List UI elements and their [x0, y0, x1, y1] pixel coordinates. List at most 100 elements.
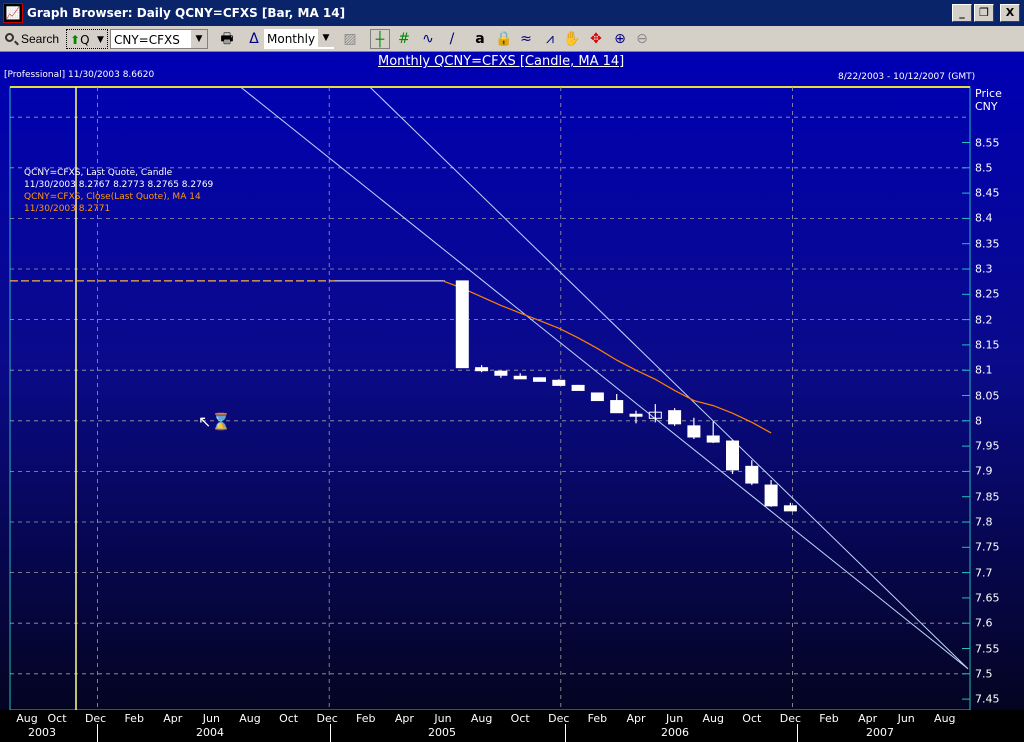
chart-panel[interactable]: Monthly QCNY=CFXS [Candle, MA 14] [Profe… [0, 52, 1024, 742]
chevron-down-icon[interactable]: ▼ [318, 29, 334, 47]
percent-scale-icon[interactable]: ≈ [516, 29, 536, 49]
period-dropdown[interactable]: Monthly ▼ [264, 29, 334, 49]
candle-body [455, 280, 469, 369]
grid-icon[interactable]: # [394, 29, 414, 49]
month-label: Oct [510, 712, 530, 725]
month-label: Oct [279, 712, 299, 725]
price-tick-label: 8.3 [975, 262, 993, 276]
month-label: Apr [394, 712, 414, 725]
year-label: 2006 [661, 726, 689, 739]
candle-body [783, 505, 797, 512]
busy-cursor-icon: ↖⌛ [198, 412, 232, 431]
month-label: Feb [124, 712, 144, 725]
month-label: Aug [239, 712, 261, 725]
price-tick-label: 7.6 [975, 616, 993, 630]
year-label: 2004 [196, 726, 224, 739]
price-tick-label: 8.5 [975, 161, 993, 175]
month-label: Oct [47, 712, 67, 725]
candle-body [726, 440, 739, 471]
candle-body [764, 484, 778, 507]
price-tick-label: 8.15 [975, 338, 1000, 352]
candle-body [687, 425, 701, 438]
chevron-down-icon[interactable]: ▼ [191, 30, 207, 48]
price-tick-label: 8.25 [975, 287, 1000, 301]
month-label: Apr [163, 712, 183, 725]
year-separator [565, 724, 566, 742]
trend-line [240, 86, 969, 670]
month-label: Aug [470, 712, 493, 725]
zoom-in-icon[interactable]: ⊕ [610, 29, 630, 49]
month-label: Jun [666, 712, 684, 725]
month-label: Aug [934, 712, 956, 725]
price-tick-label: 8.05 [975, 389, 1000, 402]
price-tick-label: 7.8 [975, 515, 993, 529]
up-arrow-icon: ⬆ [70, 33, 81, 47]
delta-icon[interactable]: Δ [244, 29, 264, 49]
price-plot[interactable] [0, 52, 1024, 742]
text-icon[interactable]: a [470, 29, 490, 49]
legend-series2-values: 11/30/2003 8.2771 [24, 204, 111, 214]
minimize-button[interactable]: _ [952, 4, 972, 22]
crosshair-icon[interactable]: ┼ [370, 29, 390, 49]
candle-body [745, 465, 759, 484]
month-label: Jun [202, 712, 220, 725]
month-label: Apr [626, 712, 646, 725]
compare-icon[interactable]: ⩘ [540, 29, 560, 49]
candle-body [552, 379, 566, 386]
price-tick-label: 8 [975, 414, 982, 428]
quote-type: Q [80, 33, 90, 47]
year-label: 2007 [866, 726, 894, 739]
month-label: Dec [84, 712, 107, 725]
month-label: Feb [356, 712, 376, 725]
month-label: Dec [548, 712, 570, 725]
price-tick-label: 8.1 [975, 363, 993, 377]
maximize-button[interactable]: ❐ [974, 4, 994, 22]
folder-icon[interactable]: ▨ [340, 29, 360, 49]
price-tick-label: 8.55 [975, 136, 1000, 149]
move-icon[interactable]: ✥ [586, 29, 606, 49]
legend-series1-values: 11/30/2003 8.2767 8.2773 8.2765 8.2769 [24, 180, 214, 190]
chart-app-icon: 📈 [3, 3, 23, 23]
period-value: Monthly [267, 32, 316, 46]
close-button[interactable]: X [1000, 4, 1020, 22]
print-icon[interactable]: 🖶 [217, 29, 237, 49]
draw-line-icon[interactable]: / [442, 29, 462, 49]
price-tick-label: 7.85 [975, 490, 1000, 504]
month-label: Feb [819, 712, 839, 725]
search-button[interactable]: Search [4, 29, 64, 49]
year-label: 2003 [28, 726, 56, 739]
pan-hand-icon[interactable]: ✋ [562, 29, 582, 49]
price-tick-label: 8.4 [975, 211, 993, 225]
year-label: 2005 [428, 726, 456, 739]
search-label: Search [21, 32, 60, 46]
price-tick-label: 7.5 [975, 667, 993, 681]
price-tick-label: 7.45 [975, 692, 1000, 706]
symbol-input[interactable]: CNY=CFXS ▼ [110, 29, 208, 49]
month-label: Oct [742, 712, 762, 725]
price-tick-label: 8.45 [975, 186, 1000, 200]
month-label: Dec [316, 712, 338, 725]
price-tick-label: 7.95 [975, 439, 1000, 453]
candle-body [610, 400, 624, 414]
candle-body [533, 377, 546, 382]
month-label: Aug [702, 712, 724, 725]
zoom-out-icon[interactable]: ⊖ [632, 29, 652, 49]
candle-body [475, 367, 489, 372]
price-tick-label: 7.7 [975, 566, 993, 580]
price-tick-label: 7.65 [975, 591, 1000, 605]
candle-body [668, 410, 682, 425]
candle-body [590, 392, 604, 402]
quote-type-dropdown[interactable]: ⬆Q ▼ [66, 29, 108, 49]
candle-body [571, 384, 585, 391]
chevron-down-icon: ▼ [97, 35, 104, 45]
time-axis[interactable]: Aug Oct Dec Feb Apr Jun Aug Oct Dec Feb Apr Jun Aug O… [0, 710, 1024, 742]
line-study-icon[interactable]: ∿ [418, 29, 438, 49]
price-tick-label: 7.9 [975, 464, 993, 478]
month-label: Apr [858, 712, 878, 725]
candle-body [629, 413, 643, 417]
symbol-value: CNY=CFXS [114, 33, 180, 47]
window-title: Graph Browser: Daily QCNY=CFXS [Bar, MA … [27, 6, 346, 20]
year-separator [797, 724, 798, 742]
lock-icon[interactable]: 🔒 [494, 29, 514, 49]
trend-line [369, 86, 969, 670]
